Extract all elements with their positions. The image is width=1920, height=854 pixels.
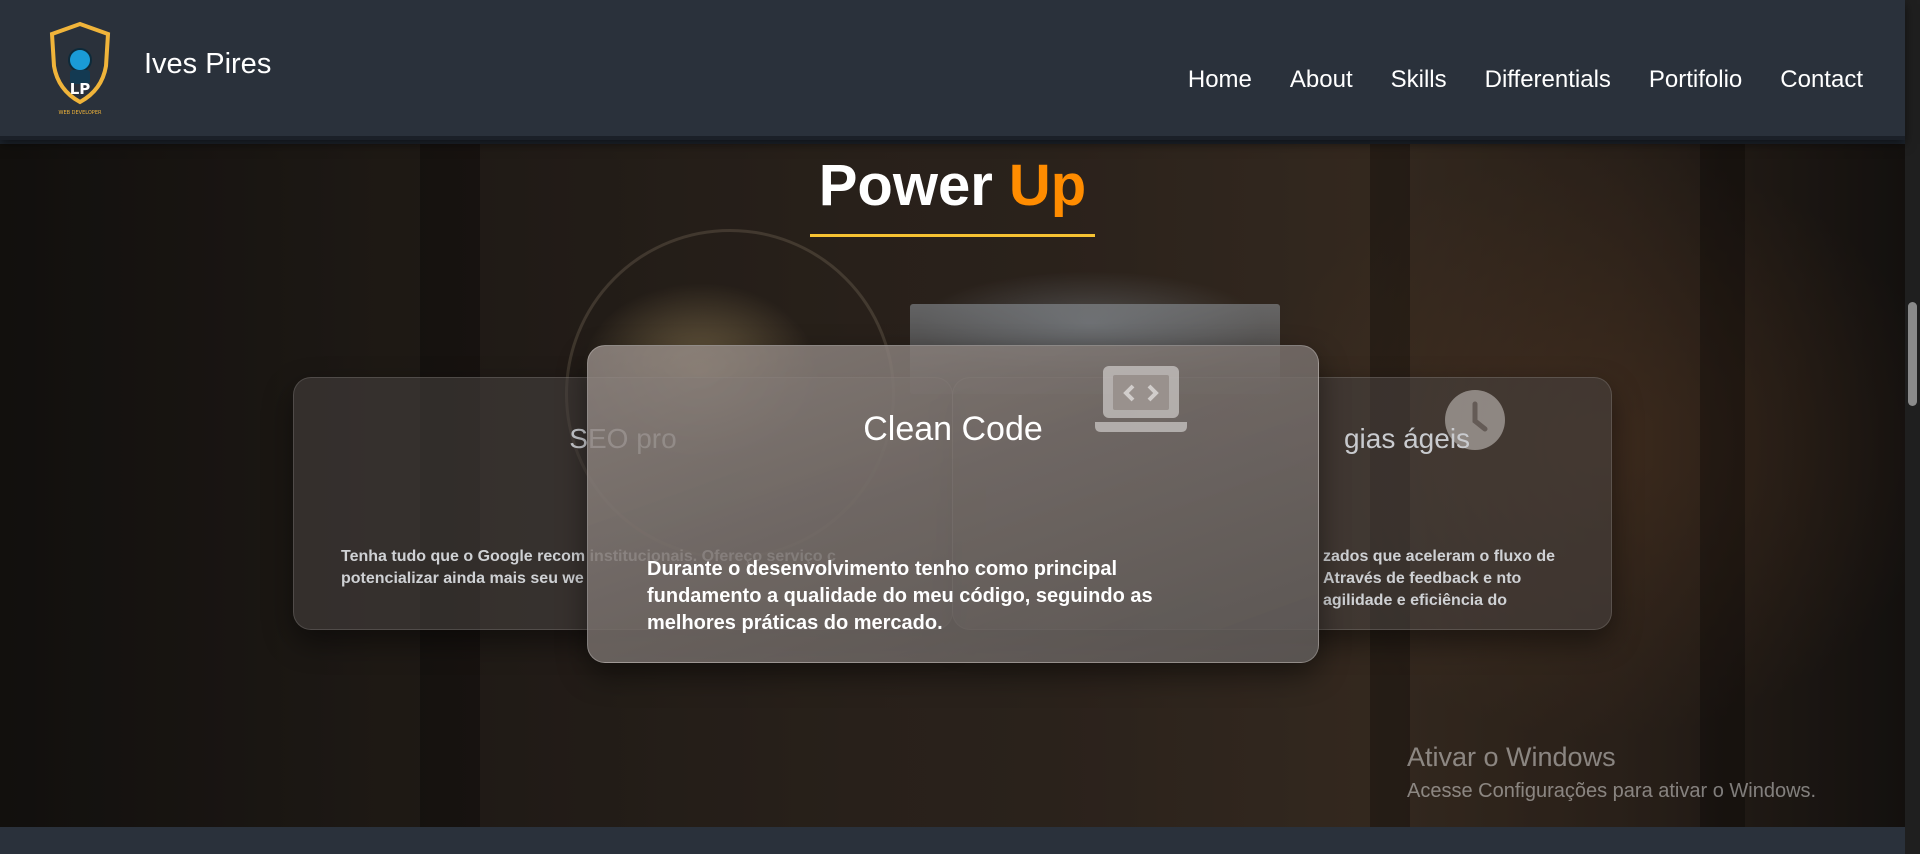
windows-activation-title: Ativar o Windows (1407, 742, 1616, 772)
nav-contact[interactable]: Contact (1780, 66, 1863, 94)
scrollbar-thumb[interactable] (1908, 302, 1917, 406)
page-scrollbar[interactable] (1905, 0, 1920, 854)
brand-name[interactable]: Ives Pires (144, 48, 271, 81)
next-section-edge (0, 827, 1905, 854)
svg-text:WEB DEVELOPER: WEB DEVELOPER (59, 110, 102, 116)
card-clean-code-title: Clean Code (863, 410, 1043, 448)
svg-text:LP: LP (70, 80, 91, 98)
card-agile-text: zados que aceleram o fluxo de Através de… (1323, 548, 1556, 609)
title-underline (810, 234, 1095, 237)
nav-home[interactable]: Home (1188, 66, 1252, 94)
nav-portifolio[interactable]: Portifolio (1649, 66, 1742, 94)
site-header: LP WEB DEVELOPER Ives Pires Home About S… (0, 0, 1905, 140)
nav-differentials[interactable]: Differentials (1485, 66, 1611, 94)
card-clean-code[interactable]: Clean Code Durante o desenvolvimento ten… (587, 345, 1319, 663)
windows-activation-subtitle: Acesse Configurações para ativar o Windo… (1407, 780, 1817, 802)
nav-about[interactable]: About (1290, 66, 1353, 94)
card-clean-code-text: Durante o desenvolvimento tenho como pri… (647, 558, 1153, 634)
main-nav: Home About Skills Differentials Portifol… (1188, 66, 1863, 94)
nav-skills[interactable]: Skills (1391, 66, 1447, 94)
power-up-section: Power Up SEO pro Tenha tudo que o Google… (0, 144, 1905, 827)
section-title: Power Up (0, 152, 1905, 219)
title-accent: Up (1008, 153, 1087, 218)
title-main: Power (818, 153, 1009, 218)
logo[interactable]: LP WEB DEVELOPER (46, 20, 114, 118)
